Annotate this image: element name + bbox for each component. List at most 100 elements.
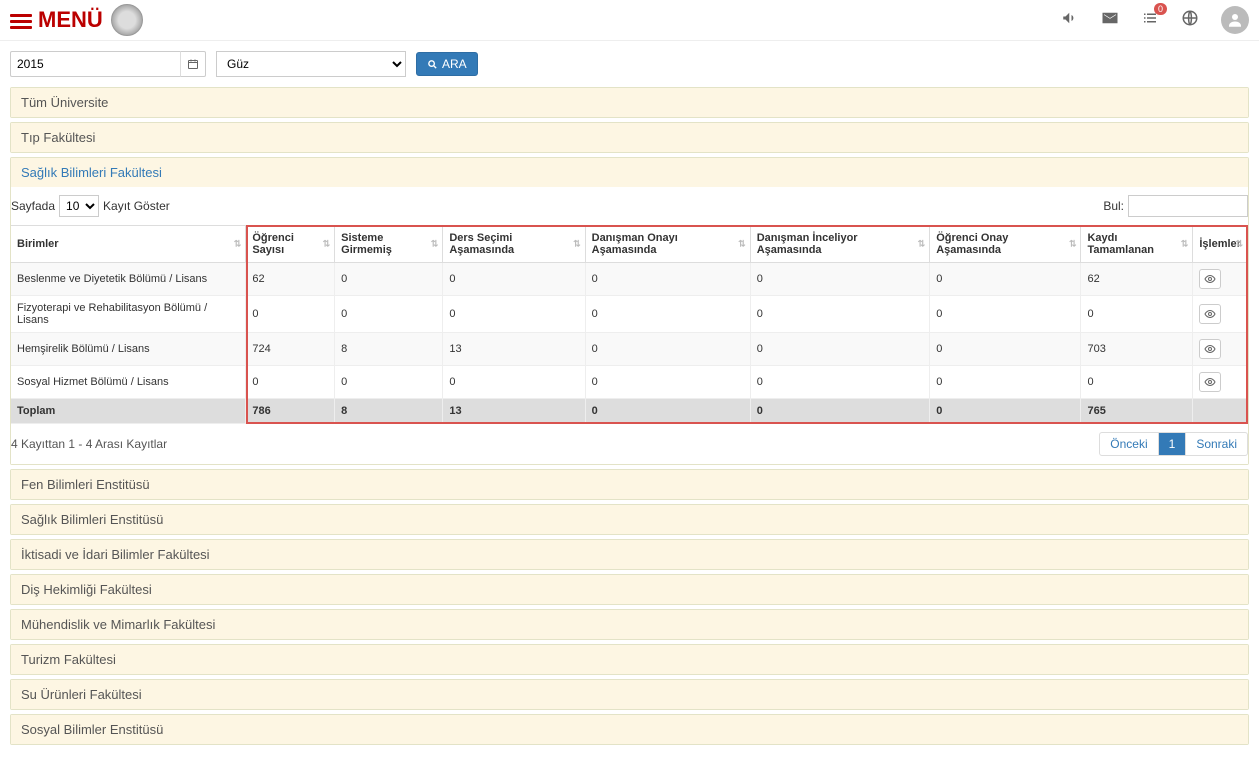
panel-heading[interactable]: Sağlık Bilimleri Enstitüsü	[11, 505, 1248, 534]
panel: Sağlık Bilimleri Fakültesi Sayfada 10 Kay…	[10, 157, 1249, 465]
prev-page[interactable]: Önceki	[1100, 433, 1158, 455]
cell-value: 703	[1081, 333, 1193, 366]
cell-value: 0	[443, 296, 585, 333]
year-input[interactable]	[10, 51, 180, 77]
cell-value: 0	[1081, 296, 1193, 333]
cell-actions	[1193, 366, 1248, 399]
cell-value: 0	[585, 333, 750, 366]
cell-value: 0	[750, 263, 930, 296]
cell-value: 0	[930, 263, 1081, 296]
search-label: ARA	[442, 57, 467, 71]
avatar[interactable]	[1221, 6, 1249, 34]
table-row: Beslenme ve Diyetetik Bölümü / Lisans620…	[11, 263, 1248, 296]
cell-value: 62	[1081, 263, 1193, 296]
data-table: Birimler⇅Öğrenci Sayısı⇅Sisteme Girmemiş…	[11, 225, 1248, 424]
cell-name: Sosyal Hizmet Bölümü / Lisans	[11, 366, 246, 399]
footer-value: 13	[443, 399, 585, 424]
eye-icon	[1204, 273, 1216, 285]
table-info: 4 Kayıttan 1 - 4 Arası Kayıtlar	[11, 437, 167, 451]
view-button[interactable]	[1199, 339, 1221, 359]
col-header[interactable]: Öğrenci Onay Aşamasında⇅	[930, 226, 1081, 263]
badge-count: 0	[1154, 3, 1167, 15]
sort-icon: ⇅	[323, 239, 331, 250]
footer-value: 0	[585, 399, 750, 424]
logo	[111, 4, 143, 36]
eye-icon	[1204, 376, 1216, 388]
panel-heading[interactable]: Mühendislik ve Mimarlık Fakültesi	[11, 610, 1248, 639]
col-header[interactable]: Danışman Onayı Aşamasında⇅	[585, 226, 750, 263]
cell-actions	[1193, 263, 1248, 296]
panel: Diş Hekimliği Fakültesi	[10, 574, 1249, 605]
panel-heading[interactable]: İktisadi ve İdari Bilimler Fakültesi	[11, 540, 1248, 569]
col-header[interactable]: İşlemler⇅	[1193, 226, 1248, 263]
panel-body: Sayfada 10 Kayıt GösterBul: Birimler⇅Öğr…	[11, 187, 1248, 464]
view-button[interactable]	[1199, 372, 1221, 392]
next-page[interactable]: Sonraki	[1186, 433, 1247, 455]
col-header[interactable]: Öğrenci Sayısı⇅	[246, 226, 335, 263]
list-icon[interactable]: 0	[1141, 9, 1159, 32]
sort-icon: ⇅	[738, 239, 746, 250]
cell-name: Beslenme ve Diyetetik Bölümü / Lisans	[11, 263, 246, 296]
col-header[interactable]: Sisteme Girmemiş⇅	[335, 226, 443, 263]
cell-value: 0	[585, 366, 750, 399]
menu-icon	[10, 11, 32, 29]
semester-select[interactable]: Güz	[216, 51, 406, 77]
sort-icon: ⇅	[573, 239, 581, 250]
panel-heading[interactable]: Sosyal Bilimler Enstitüsü	[11, 715, 1248, 744]
cell-actions	[1193, 296, 1248, 333]
sort-icon: ⇅	[1181, 239, 1189, 250]
sort-icon: ⇅	[431, 239, 439, 250]
panel: Turizm Fakültesi	[10, 644, 1249, 675]
cell-value: 0	[335, 366, 443, 399]
panel: Tıp Fakültesi	[10, 122, 1249, 153]
pagination: Önceki1Sonraki	[1099, 432, 1248, 456]
search-input[interactable]	[1128, 195, 1248, 217]
view-button[interactable]	[1199, 304, 1221, 324]
footer-value: 786	[246, 399, 335, 424]
panel-heading[interactable]: Fen Bilimleri Enstitüsü	[11, 470, 1248, 499]
app-header: MENÜ 0	[0, 0, 1259, 41]
cell-value: 13	[443, 333, 585, 366]
page-number[interactable]: 1	[1159, 433, 1187, 455]
calendar-icon[interactable]	[180, 51, 206, 77]
search-label: Bul:	[1103, 195, 1248, 217]
globe-icon[interactable]	[1181, 9, 1199, 32]
cell-value: 0	[335, 296, 443, 333]
panel-heading[interactable]: Turizm Fakültesi	[11, 645, 1248, 674]
sort-icon: ⇅	[1235, 239, 1243, 250]
cell-value: 0	[335, 263, 443, 296]
col-header[interactable]: Ders Seçimi Aşamasında⇅	[443, 226, 585, 263]
length-label: Sayfada 10 Kayıt Göster	[11, 195, 170, 217]
announcement-icon[interactable]	[1061, 9, 1079, 32]
panel: Fen Bilimleri Enstitüsü	[10, 469, 1249, 500]
cell-value: 0	[246, 366, 335, 399]
panel: Sağlık Bilimleri Enstitüsü	[10, 504, 1249, 535]
panel-heading[interactable]: Su Ürünleri Fakültesi	[11, 680, 1248, 709]
panel-heading[interactable]: Sağlık Bilimleri Fakültesi	[11, 158, 1248, 187]
cell-value: 8	[335, 333, 443, 366]
panel: İktisadi ve İdari Bilimler Fakültesi	[10, 539, 1249, 570]
col-header[interactable]: Kaydı Tamamlanan⇅	[1081, 226, 1193, 263]
search-button[interactable]: ARA	[416, 52, 478, 76]
panel-heading[interactable]: Tüm Üniversite	[11, 88, 1248, 117]
panel-heading[interactable]: Tıp Fakültesi	[11, 123, 1248, 152]
view-button[interactable]	[1199, 269, 1221, 289]
table-row: Fizyoterapi ve Rehabilitasyon Bölümü / L…	[11, 296, 1248, 333]
panel-heading[interactable]: Diş Hekimliği Fakültesi	[11, 575, 1248, 604]
menu-button[interactable]: MENÜ	[10, 7, 103, 33]
cell-value: 0	[443, 366, 585, 399]
col-header[interactable]: Birimler⇅	[11, 226, 246, 263]
cell-value: 0	[930, 366, 1081, 399]
col-header[interactable]: Danışman İnceliyor Aşamasında⇅	[750, 226, 930, 263]
cell-value: 0	[443, 263, 585, 296]
search-icon	[427, 59, 438, 70]
sort-icon: ⇅	[234, 239, 242, 250]
sort-icon: ⇅	[918, 239, 926, 250]
length-select[interactable]: 10	[59, 195, 99, 217]
table-row: Hemşirelik Bölümü / Lisans724813000703	[11, 333, 1248, 366]
mail-icon[interactable]	[1101, 9, 1119, 32]
footer-value: 765	[1081, 399, 1193, 424]
cell-value: 62	[246, 263, 335, 296]
cell-value: 0	[585, 296, 750, 333]
cell-value: 0	[246, 296, 335, 333]
